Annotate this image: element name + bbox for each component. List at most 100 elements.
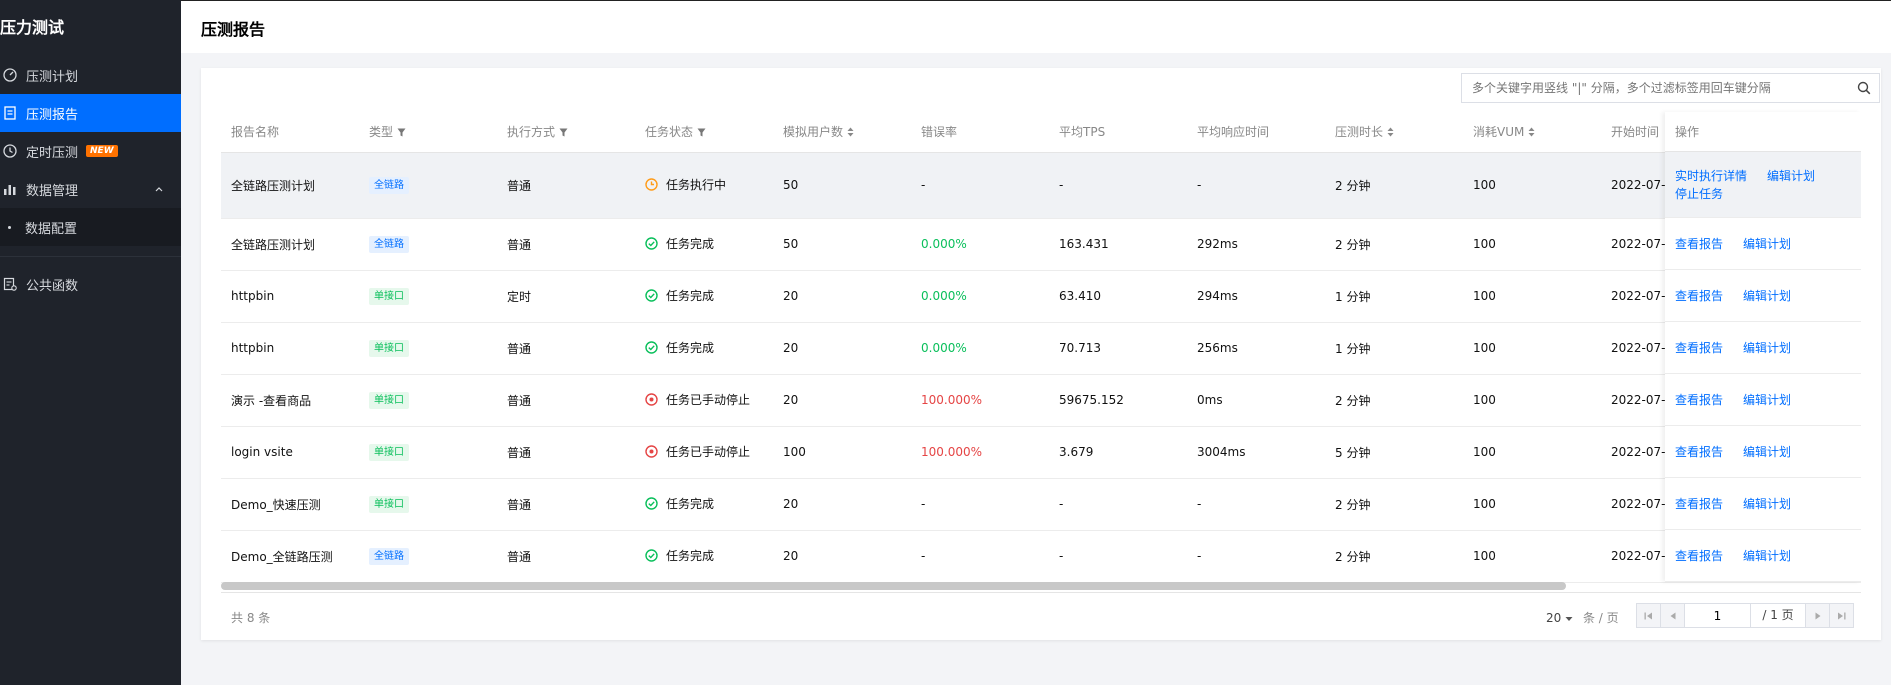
status-text: 任务完成 <box>666 341 715 355</box>
operation-link[interactable]: 查看报告 <box>1675 547 1723 564</box>
col-header-operations: 操作 <box>1665 112 1861 152</box>
sort-icon[interactable] <box>1387 126 1394 140</box>
col-header-vum[interactable]: 消耗VUM <box>1463 112 1601 153</box>
cell-mode: 普通 <box>497 152 635 219</box>
status-text: 任务已手动停止 <box>666 445 751 459</box>
sidebar-item-functions[interactable]: 公共函数 <box>0 265 181 303</box>
operation-cell: 查看报告 编辑计划 <box>1665 426 1861 478</box>
operation-link[interactable]: 编辑计划 <box>1743 547 1791 564</box>
status-text: 任务完成 <box>666 237 715 251</box>
cell-vum: 100 <box>1463 218 1601 271</box>
cell-duration: 2 分钟 <box>1325 152 1463 219</box>
table-row[interactable]: Demo_快速压测 单接口 普通 任务完成 20- - -2 分钟 100 2022-07-2 <box>221 478 1861 531</box>
operation-link[interactable]: 编辑计划 <box>1743 235 1791 252</box>
filter-icon[interactable] <box>697 126 706 140</box>
table-row[interactable]: 全链路压测计划 全链路 普通 任务完成 50 0.000% 163.431 292ms 2 分钟… <box>221 218 1861 271</box>
next-page-icon[interactable] <box>1805 604 1829 627</box>
operation-link[interactable]: 查看报告 <box>1675 443 1723 460</box>
cell-tps: 59675.152 <box>1049 374 1187 427</box>
total-pages: / 1 页 <box>1762 608 1794 622</box>
cell-response-time: - <box>1187 478 1325 531</box>
page-number-input[interactable] <box>1685 604 1751 627</box>
sidebar-item-data-config[interactable]: 数据配置 <box>0 208 181 246</box>
pagination: / 1 页 <box>1636 603 1854 628</box>
cell-vum: 100 <box>1463 270 1601 323</box>
col-header-name: 报告名称 <box>221 112 359 153</box>
search-input[interactable] <box>1462 74 1849 102</box>
page-size-select[interactable]: 20 条 / 页 <box>1546 609 1619 626</box>
sidebar-item-label: 压测计划 <box>26 69 79 85</box>
search-icon[interactable] <box>1849 74 1879 102</box>
cell-error-rate: 0.000% <box>911 218 1049 271</box>
status-text: 任务完成 <box>666 497 715 511</box>
type-tag: 单接口 <box>369 391 409 409</box>
operation-link[interactable]: 查看报告 <box>1675 391 1723 408</box>
cell-type: 全链路 <box>359 218 497 271</box>
col-header-duration[interactable]: 压测时长 <box>1325 112 1463 153</box>
table-row[interactable]: 演示 -查看商品 单接口 普通 任务已手动停止 20 100.000% 59675.152 0… <box>221 374 1861 427</box>
check-circle-icon <box>645 341 662 354</box>
operation-link[interactable]: 查看报告 <box>1675 235 1723 252</box>
cell-report-name: Demo_全链路压测 <box>221 530 359 583</box>
operation-column: 操作 实时执行详情 编辑计划 停止任务 查看报告 编辑计划 查看报告 编辑计划 查看报告 编辑计… <box>1665 112 1861 582</box>
cell-duration: 5 分钟 <box>1325 426 1463 479</box>
type-tag: 单接口 <box>369 443 409 461</box>
sidebar-item-label: 压测报告 <box>26 107 79 123</box>
cell-error-rate: - <box>911 478 1049 531</box>
cell-status: 任务完成 <box>635 478 773 531</box>
operation-cell: 查看报告 编辑计划 <box>1665 374 1861 426</box>
stop-circle-icon <box>645 445 662 458</box>
cell-type: 单接口 <box>359 478 497 531</box>
col-header-mode[interactable]: 执行方式 <box>497 112 635 153</box>
operation-link[interactable]: 编辑计划 <box>1767 167 1815 185</box>
sidebar-item-plans[interactable]: 压测计划 <box>0 56 181 94</box>
sidebar-item-scheduled[interactable]: 定时压测 NEW <box>0 132 181 170</box>
sort-icon[interactable] <box>847 126 854 140</box>
filter-icon[interactable] <box>559 126 568 140</box>
sidebar: 压力测试 压测计划 压测报告 定时压测 NEW 数据管理 数据配置 公共函数 <box>0 0 181 685</box>
filter-icon[interactable] <box>397 126 406 140</box>
operation-link[interactable]: 编辑计划 <box>1743 287 1791 304</box>
cell-duration: 2 分钟 <box>1325 374 1463 427</box>
table-header-row: 报告名称 类型 执行方式 任务状态 模拟用户数 错误率 平均TPS 平均响应时间… <box>221 112 1861 153</box>
operation-cell: 查看报告 编辑计划 <box>1665 270 1861 322</box>
operation-link[interactable]: 查看报告 <box>1675 287 1723 304</box>
horizontal-scrollbar[interactable] <box>221 582 1566 590</box>
operation-link[interactable]: 编辑计划 <box>1743 339 1791 356</box>
operation-link[interactable]: 查看报告 <box>1675 495 1723 512</box>
caret-down-icon <box>1565 611 1573 625</box>
table-row[interactable]: httpbin 单接口 定时 任务完成 20 0.000% 63.410 294ms 1 分钟 1… <box>221 270 1861 323</box>
cell-duration: 2 分钟 <box>1325 478 1463 531</box>
prev-page-icon[interactable] <box>1661 604 1685 627</box>
col-header-type[interactable]: 类型 <box>359 112 497 153</box>
operation-link[interactable]: 查看报告 <box>1675 339 1723 356</box>
cell-type: 单接口 <box>359 270 497 323</box>
operation-link[interactable]: 编辑计划 <box>1743 391 1791 408</box>
check-circle-icon <box>645 237 662 250</box>
table-row[interactable]: Demo_全链路压测 全链路 普通 任务完成 20- - -2 分钟 100 2022-07-2 <box>221 530 1861 583</box>
report-table: 报告名称 类型 执行方式 任务状态 模拟用户数 错误率 平均TPS 平均响应时间… <box>221 112 1861 583</box>
table-row[interactable]: 全链路压测计划 全链路 普通 任务执行中 50- - -2 分钟 100 2022-07-2 <box>221 152 1861 219</box>
sidebar-item-reports[interactable]: 压测报告 <box>0 94 181 132</box>
cell-duration: 1 分钟 <box>1325 270 1463 323</box>
cell-mode: 普通 <box>497 478 635 531</box>
sidebar-item-data-management[interactable]: 数据管理 <box>0 170 181 208</box>
cell-users: 20 <box>773 530 911 583</box>
sort-icon[interactable] <box>1528 126 1535 140</box>
table-row[interactable]: httpbin 单接口 普通 任务完成 20 0.000% 70.713 256ms 1 分钟 1… <box>221 322 1861 375</box>
last-page-icon[interactable] <box>1829 604 1853 627</box>
operation-link[interactable]: 停止任务 <box>1675 185 1723 203</box>
new-badge: NEW <box>86 145 118 157</box>
table-row[interactable]: login vsite 单接口 普通 任务已手动停止 100 100.000% 3.679 3… <box>221 426 1861 479</box>
cell-users: 50 <box>773 218 911 271</box>
first-page-icon[interactable] <box>1637 604 1661 627</box>
app-title: 压力测试 <box>0 18 65 37</box>
cell-users: 50 <box>773 152 911 219</box>
cell-status: 任务已手动停止 <box>635 426 773 479</box>
operation-link[interactable]: 编辑计划 <box>1743 495 1791 512</box>
operation-cell: 查看报告 编辑计划 <box>1665 322 1861 374</box>
col-header-users[interactable]: 模拟用户数 <box>773 112 911 153</box>
col-header-status[interactable]: 任务状态 <box>635 112 773 153</box>
operation-link[interactable]: 编辑计划 <box>1743 443 1791 460</box>
operation-link[interactable]: 实时执行详情 <box>1675 167 1747 185</box>
